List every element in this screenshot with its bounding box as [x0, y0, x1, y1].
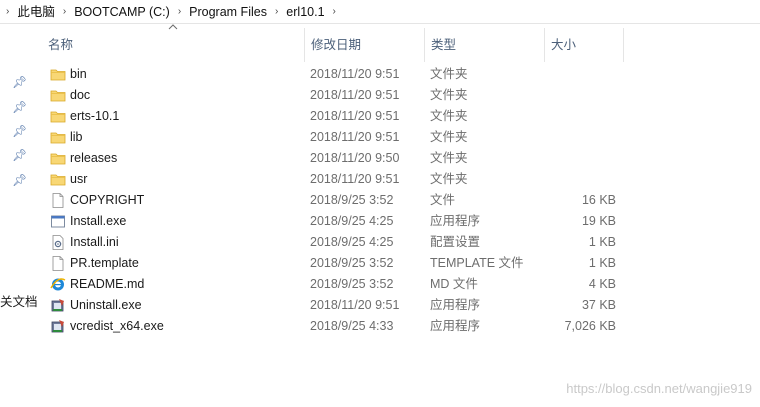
installer-icon [50, 319, 66, 334]
file-name[interactable]: doc [70, 85, 90, 106]
file-date: 2018/11/20 9:51 [310, 172, 400, 186]
file-name[interactable]: Install.ini [70, 232, 119, 253]
file-type: 应用程序 [430, 214, 481, 228]
file-list: bin 2018/11/20 9:51 文件夹 doc 2018/11/20 9:51 文… [40, 64, 760, 337]
file-row[interactable]: lib 2018/11/20 9:51 文件夹 [40, 127, 760, 148]
file-type: 文件夹 [430, 67, 468, 81]
installer-icon [50, 298, 66, 313]
file-name[interactable]: lib [70, 127, 83, 148]
nav-item-label[interactable]: 关文档 [0, 291, 38, 310]
pin-icon[interactable]: 📌︎ [12, 173, 27, 187]
file-date: 2018/11/20 9:51 [310, 130, 400, 144]
exe-file-icon [50, 214, 66, 229]
file-row[interactable]: erts-10.1 2018/11/20 9:51 文件夹 [40, 106, 760, 127]
file-date: 2018/9/25 4:33 [310, 319, 394, 333]
chevron-right-icon[interactable]: › [172, 0, 187, 24]
chevron-right-icon[interactable]: › [57, 0, 72, 24]
folder-icon [50, 151, 66, 166]
breadcrumb-program-files[interactable]: Program Files [187, 0, 269, 24]
file-size: 1 KB [588, 235, 616, 249]
breadcrumb-this-pc[interactable]: 此电脑 [15, 0, 57, 24]
file-type: TEMPLATE 文件 [430, 256, 524, 270]
file-row[interactable]: Uninstall.exe 2018/11/20 9:51 应用程序 37 KB [40, 295, 760, 316]
file-name[interactable]: Uninstall.exe [70, 295, 142, 316]
file-type: 文件夹 [430, 172, 468, 186]
breadcrumb-drive[interactable]: BOOTCAMP (C:) [72, 0, 172, 24]
navigation-pane: 📌︎ 📌︎ 📌︎ 📌︎ 📌︎ 关文档 [0, 25, 38, 407]
file-size: 4 KB [588, 277, 616, 291]
file-name[interactable]: Install.exe [70, 211, 126, 232]
file-row[interactable]: releases 2018/11/20 9:50 文件夹 [40, 148, 760, 169]
file-date: 2018/9/25 3:52 [310, 277, 394, 291]
file-name[interactable]: usr [70, 169, 87, 190]
file-name[interactable]: README.md [70, 274, 144, 295]
column-header-name[interactable]: 名称 [42, 28, 304, 62]
file-size: 19 KB [581, 214, 616, 228]
file-size: 1 KB [588, 256, 616, 270]
column-header-size[interactable]: 大小 [544, 28, 624, 62]
file-row[interactable]: COPYRIGHT 2018/9/25 3:52 文件 16 KB [40, 190, 760, 211]
folder-icon [50, 88, 66, 103]
chevron-right-icon[interactable]: › [0, 0, 15, 24]
file-type: 文件 [430, 193, 456, 207]
folder-icon [50, 172, 66, 187]
blank-file-icon [50, 256, 66, 271]
file-type: 配置设置 [430, 235, 481, 249]
file-type: MD 文件 [430, 277, 478, 291]
column-header-type[interactable]: 类型 [424, 28, 544, 62]
file-row[interactable]: doc 2018/11/20 9:51 文件夹 [40, 85, 760, 106]
file-size: 37 KB [581, 298, 616, 312]
file-date: 2018/11/20 9:51 [310, 109, 400, 123]
file-name[interactable]: releases [70, 148, 117, 169]
file-row[interactable]: usr 2018/11/20 9:51 文件夹 [40, 169, 760, 190]
pin-icon[interactable]: 📌︎ [12, 148, 27, 162]
file-type: 应用程序 [430, 298, 481, 312]
chevron-right-icon[interactable]: › [327, 0, 342, 24]
ie-file-icon [50, 277, 66, 292]
file-date: 2018/9/25 3:52 [310, 193, 394, 207]
file-name[interactable]: COPYRIGHT [70, 190, 144, 211]
file-type: 文件夹 [430, 151, 468, 165]
file-date: 2018/11/20 9:51 [310, 298, 400, 312]
file-row[interactable]: Install.exe 2018/9/25 4:25 应用程序 19 KB [40, 211, 760, 232]
file-date: 2018/11/20 9:51 [310, 67, 400, 81]
file-name[interactable]: erts-10.1 [70, 106, 119, 127]
file-row[interactable]: README.md 2018/9/25 3:52 MD 文件 4 KB [40, 274, 760, 295]
column-header: 名称 修改日期 类型 大小 [40, 24, 760, 62]
file-date: 2018/9/25 4:25 [310, 235, 394, 249]
watermark: https://blog.csdn.net/wangjie919 [566, 381, 752, 396]
blank-file-icon [50, 193, 66, 208]
file-type: 文件夹 [430, 88, 468, 102]
file-size: 16 KB [581, 193, 616, 207]
file-date: 2018/11/20 9:50 [310, 151, 400, 165]
file-row[interactable]: Install.ini 2018/9/25 4:25 配置设置 1 KB [40, 232, 760, 253]
column-header-date[interactable]: 修改日期 [304, 28, 424, 62]
file-name[interactable]: bin [70, 64, 87, 85]
pin-icon[interactable]: 📌︎ [12, 75, 27, 89]
chevron-right-icon[interactable]: › [269, 0, 284, 24]
file-size: 7,026 KB [564, 319, 616, 333]
folder-icon [50, 130, 66, 145]
file-name[interactable]: PR.template [70, 253, 139, 274]
breadcrumb-erl[interactable]: erl10.1 [284, 0, 326, 24]
file-row[interactable]: vcredist_x64.exe 2018/9/25 4:33 应用程序 7,026 … [40, 316, 760, 337]
address-bar: › 此电脑 › BOOTCAMP (C:) › Program Files › … [0, 0, 760, 24]
file-name[interactable]: vcredist_x64.exe [70, 316, 164, 337]
settings-file-icon [50, 235, 66, 250]
file-type: 文件夹 [430, 130, 468, 144]
pin-icon[interactable]: 📌︎ [12, 124, 27, 138]
folder-icon [50, 109, 66, 124]
file-date: 2018/9/25 3:52 [310, 256, 394, 270]
file-date: 2018/11/20 9:51 [310, 88, 400, 102]
pin-icon[interactable]: 📌︎ [12, 100, 27, 114]
file-type: 文件夹 [430, 109, 468, 123]
folder-icon [50, 67, 66, 82]
file-row[interactable]: bin 2018/11/20 9:51 文件夹 [40, 64, 760, 85]
file-date: 2018/9/25 4:25 [310, 214, 394, 228]
file-type: 应用程序 [430, 319, 481, 333]
file-row[interactable]: PR.template 2018/9/25 3:52 TEMPLATE 文件 1 KB [40, 253, 760, 274]
